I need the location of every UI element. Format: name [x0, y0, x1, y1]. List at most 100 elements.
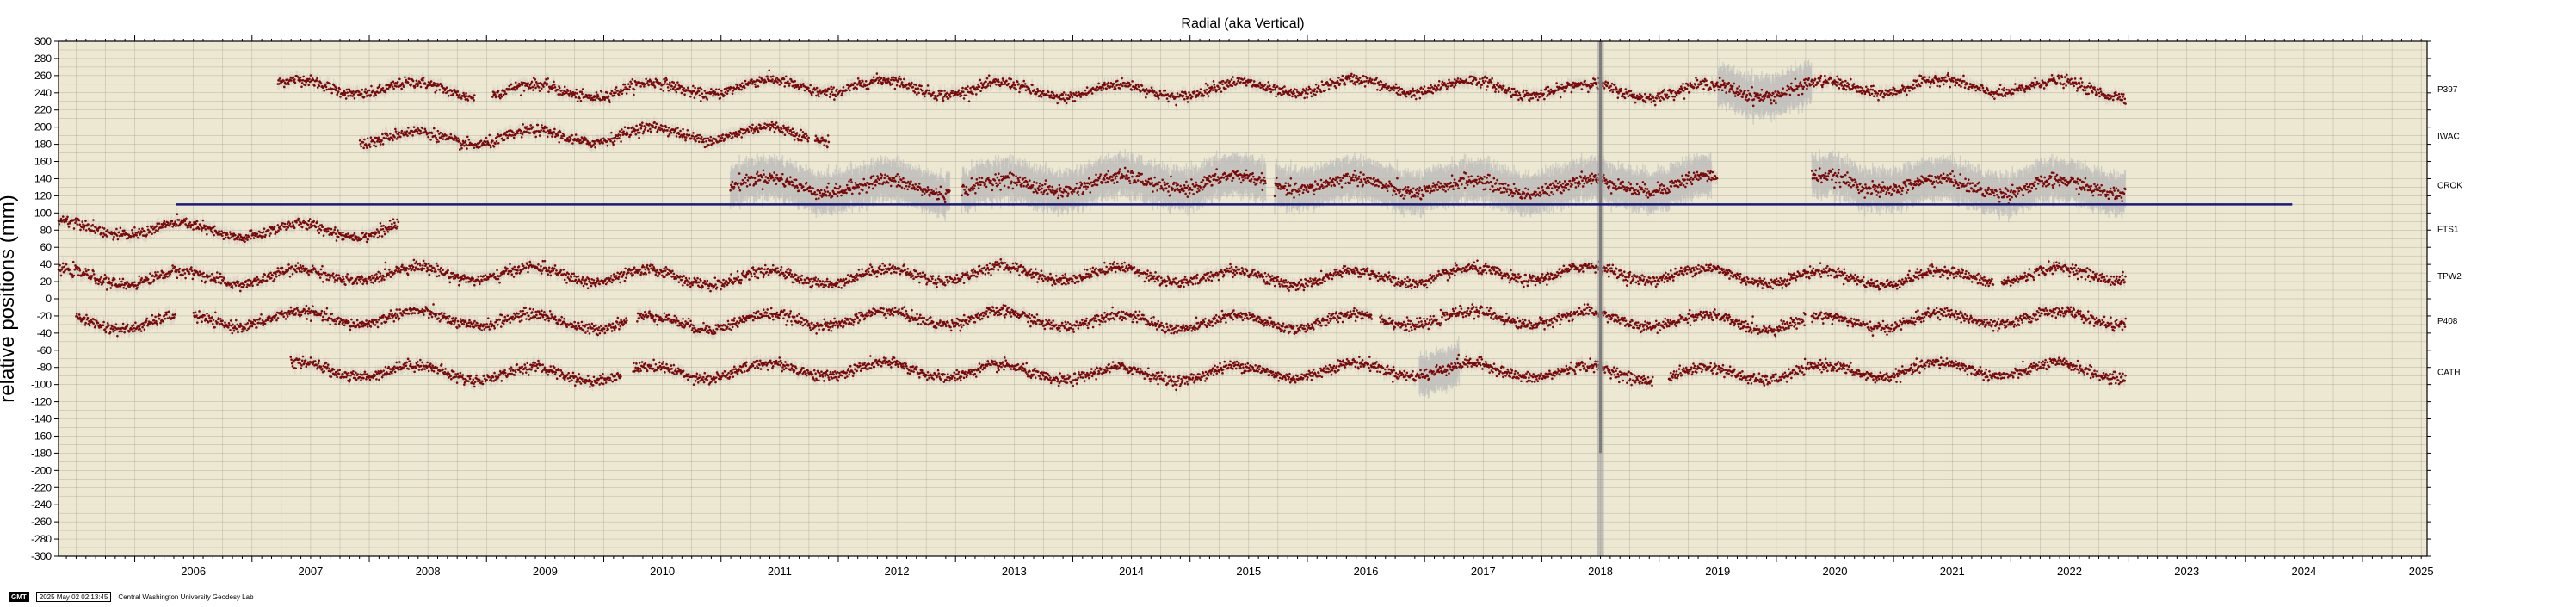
- data-point: [1109, 85, 1112, 88]
- data-point: [1236, 170, 1239, 173]
- data-point: [1960, 82, 1963, 85]
- data-point: [2079, 77, 2083, 80]
- data-point: [1178, 190, 1182, 194]
- data-point: [1518, 93, 1522, 96]
- data-point: [960, 94, 963, 97]
- data-point: [798, 133, 801, 137]
- data-point: [611, 141, 615, 144]
- data-point: [673, 85, 676, 89]
- data-point: [1437, 180, 1440, 183]
- data-point: [1692, 86, 1696, 89]
- data-point: [1618, 186, 1622, 189]
- data-point: [2033, 86, 2036, 89]
- data-point: [1512, 183, 1516, 186]
- data-point: [547, 90, 550, 93]
- data-point: [825, 195, 828, 197]
- data-point: [886, 175, 889, 177]
- data-point: [772, 122, 775, 126]
- data-point: [2087, 92, 2091, 96]
- data-point: [395, 85, 398, 88]
- data-point: [965, 185, 968, 189]
- data-point: [1134, 181, 1138, 184]
- data-point: [762, 169, 765, 172]
- data-point: [1462, 177, 1465, 180]
- data-point: [923, 192, 926, 195]
- data-point: [1368, 181, 1371, 184]
- data-point: [875, 180, 879, 183]
- data-point: [402, 133, 405, 137]
- data-point: [1993, 97, 1996, 100]
- data-point: [1127, 177, 1131, 179]
- data-point: [807, 136, 810, 139]
- data-point: [788, 126, 790, 128]
- data-point: [1613, 84, 1616, 86]
- data-point: [338, 88, 341, 90]
- data-point: [692, 84, 695, 88]
- data-point: [1430, 187, 1432, 190]
- data-point: [1352, 179, 1356, 182]
- data-point: [1014, 182, 1017, 185]
- data-point: [962, 185, 966, 188]
- data-point: [1262, 178, 1264, 182]
- data-point: [751, 78, 753, 81]
- data-point: [1156, 189, 1158, 192]
- data-point: [366, 90, 369, 93]
- data-point: [2050, 74, 2054, 77]
- data-point: [1650, 101, 1653, 103]
- data-point: [1607, 82, 1609, 85]
- data-point: [1435, 90, 1437, 92]
- data-point: [1004, 83, 1007, 85]
- data-point: [346, 91, 349, 94]
- data-point: [1735, 90, 1738, 94]
- data-point: [1702, 87, 1705, 90]
- data-point: [1745, 93, 1748, 96]
- data-point: [649, 127, 652, 131]
- data-point: [1289, 88, 1293, 91]
- data-point: [817, 93, 819, 96]
- data-point: [465, 92, 467, 95]
- data-point: [286, 78, 289, 81]
- data-point: [1354, 176, 1357, 179]
- data-point: [1367, 179, 1370, 183]
- data-point: [1209, 176, 1213, 178]
- data-point: [800, 128, 802, 132]
- data-point: [1764, 95, 1766, 98]
- data-point: [967, 100, 971, 102]
- data-point: [641, 121, 644, 124]
- data-point: [2090, 84, 2093, 88]
- data-point: [623, 126, 627, 129]
- data-point: [1870, 84, 1873, 88]
- data-point: [299, 76, 302, 79]
- data-point: [1869, 94, 1872, 97]
- data-point: [1574, 186, 1578, 189]
- data-point: [1877, 98, 1880, 102]
- data-point: [1032, 190, 1035, 194]
- data-point: [1759, 93, 1762, 96]
- data-point: [860, 84, 863, 88]
- data-point: [1286, 192, 1289, 195]
- data-point: [512, 136, 516, 139]
- data-point: [639, 85, 642, 88]
- data-point: [525, 126, 528, 128]
- data-point: [324, 83, 327, 86]
- data-point: [1484, 75, 1486, 78]
- data-point: [301, 78, 305, 82]
- data-point: [676, 127, 679, 129]
- data-point: [1504, 91, 1508, 95]
- data-point: [476, 145, 479, 147]
- data-point: [312, 78, 315, 82]
- data-point: [1186, 195, 1189, 198]
- data-point: [437, 140, 440, 143]
- data-point: [1414, 97, 1418, 101]
- data-point: [1353, 170, 1356, 172]
- data-point: [1292, 90, 1295, 93]
- data-point: [512, 131, 515, 134]
- data-point: [1188, 189, 1190, 192]
- data-point: [740, 136, 744, 139]
- data-point: [894, 175, 898, 177]
- data-point: [1175, 182, 1177, 184]
- data-point: [648, 122, 651, 126]
- data-point: [370, 84, 373, 88]
- data-point: [807, 86, 810, 90]
- data-point: [1164, 183, 1166, 186]
